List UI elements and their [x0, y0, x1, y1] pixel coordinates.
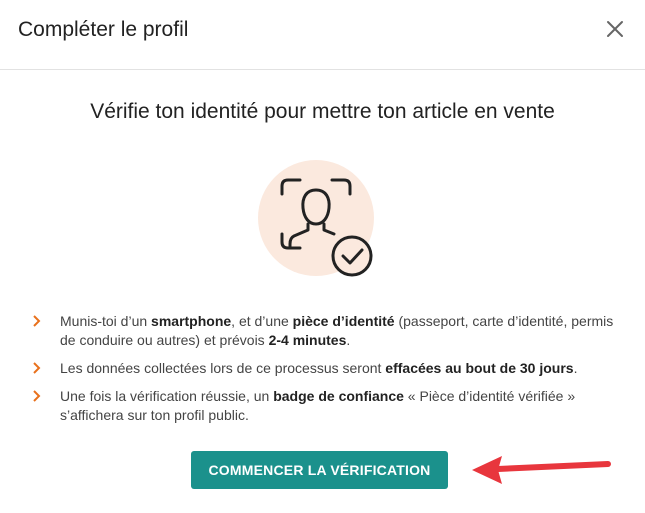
dialog-title: Compléter le profil	[18, 18, 189, 41]
list-item: Une fois la vérification réussie, un bad…	[32, 387, 622, 425]
face-id-verified-icon	[258, 160, 374, 277]
list-item: Munis-toi d’un smartphone, et d’une pièc…	[32, 312, 622, 350]
chevron-right-icon	[33, 390, 41, 402]
dialog-header: Compléter le profil	[0, 0, 645, 70]
verification-heading: Vérifie ton identité pour mettre ton art…	[90, 100, 555, 123]
chevron-right-icon	[33, 315, 41, 327]
arrow-left-icon	[472, 456, 611, 484]
start-verification-button[interactable]: COMMENCER LA VÉRIFICATION	[191, 451, 448, 489]
instructions-list: Munis-toi d’un smartphone, et d’une pièc…	[32, 312, 622, 434]
close-button[interactable]	[600, 14, 630, 44]
list-item: Les données collectées lors de ce proces…	[32, 359, 622, 378]
close-icon	[607, 21, 623, 37]
chevron-right-icon	[33, 362, 41, 374]
